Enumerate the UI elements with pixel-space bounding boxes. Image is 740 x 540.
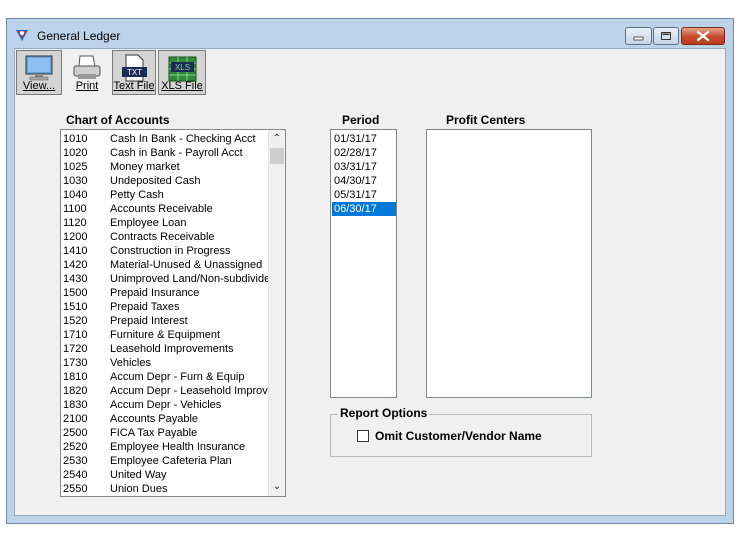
scroll-up-icon[interactable]: ⌃ [269, 131, 285, 147]
chart-of-accounts-heading: Chart of Accounts [66, 113, 170, 127]
period-item[interactable]: 05/31/17 [332, 188, 396, 202]
account-name: Cash in Bank - Payroll Acct [110, 147, 243, 159]
account-number: 2530 [63, 455, 88, 467]
scroll-thumb[interactable] [270, 148, 284, 164]
title-bar[interactable]: General Ledger [7, 19, 733, 49]
profit-centers-heading: Profit Centers [446, 113, 526, 127]
account-name: Unimproved Land/Non-subdividec [110, 273, 270, 285]
omit-customer-vendor-checkbox[interactable] [357, 430, 369, 442]
account-name: Accum Depr - Furn & Equip [110, 371, 245, 383]
account-number: 1100 [63, 203, 87, 215]
account-number: 1020 [63, 147, 88, 159]
printer-icon [73, 55, 101, 79]
client-area: View... Print TXT Text File XLS XLS File… [14, 48, 726, 516]
xls-file-button[interactable]: XLS XLS File [158, 50, 206, 95]
account-number: 1030 [63, 175, 88, 187]
xls-file-icon-text: XLS [175, 63, 190, 72]
account-name: Undeposited Cash [110, 175, 201, 187]
view-button[interactable]: View... [16, 50, 62, 95]
report-options-title: Report Options [338, 406, 430, 420]
close-icon [696, 30, 710, 42]
account-name: Contracts Receivable [110, 231, 215, 243]
text-file-button[interactable]: TXT Text File [112, 50, 156, 95]
window-title: General Ledger [37, 29, 121, 43]
account-name: Construction in Progress [110, 245, 231, 257]
close-button[interactable] [681, 27, 725, 45]
account-name: Accounts Payable [110, 413, 199, 425]
account-name: Vehicles [110, 357, 151, 369]
maximize-button[interactable] [653, 27, 679, 45]
period-item[interactable]: 01/31/17 [332, 132, 396, 146]
omit-customer-vendor-label[interactable]: Omit Customer/Vendor Name [375, 429, 542, 443]
account-number: 1720 [63, 343, 88, 355]
account-number: 1510 [63, 301, 88, 313]
account-number: 1410 [63, 245, 88, 257]
view-button-label: View... [22, 80, 56, 92]
account-number: 1420 [63, 259, 88, 271]
general-ledger-window: General Ledger View... Print TXT Text Fi… [6, 18, 734, 524]
account-number: 1430 [63, 273, 88, 285]
accounts-scrollbar[interactable]: ⌃ ⌄ [268, 130, 285, 496]
account-name: Petty Cash [110, 189, 164, 201]
account-name: Prepaid Taxes [110, 301, 180, 313]
account-number: 1025 [63, 161, 88, 173]
period-heading: Period [342, 113, 380, 127]
account-number: 1520 [63, 315, 88, 327]
account-number: 1820 [63, 385, 88, 397]
account-number: 1010 [63, 133, 88, 145]
account-number: 1120 [63, 217, 87, 229]
report-options-group: Report Options Omit Customer/Vendor Name [330, 406, 592, 457]
monitor-icon [25, 55, 53, 81]
account-name: Employee Loan [110, 217, 187, 229]
account-number: 2520 [63, 441, 88, 453]
text-file-icon-text: TXT [127, 68, 142, 77]
account-name: Prepaid Insurance [110, 287, 200, 299]
period-item[interactable]: 04/30/17 [332, 174, 396, 188]
account-name: Union Dues [110, 483, 168, 495]
account-name: United Way [110, 469, 167, 481]
scroll-down-icon[interactable]: ⌄ [269, 479, 285, 495]
period-list[interactable]: 01/31/17 02/28/17 03/31/17 04/30/17 05/31/17… [330, 129, 397, 398]
account-name: Material-Unused & Unassigned [110, 259, 263, 271]
account-name: Prepaid Interest [110, 315, 188, 327]
text-file-icon: TXT [122, 54, 147, 82]
account-number: 1810 [63, 371, 88, 383]
app-logo-icon [16, 30, 28, 41]
account-name: Accum Depr - Vehicles [110, 399, 222, 411]
period-item[interactable]: 06/30/17 [332, 202, 396, 216]
profit-centers-list[interactable] [426, 129, 592, 398]
account-name: Furniture & Equipment [110, 329, 221, 341]
account-name: Cash In Bank - Checking Acct [110, 133, 256, 145]
period-item[interactable]: 02/28/17 [332, 146, 396, 160]
account-number: 2100 [63, 413, 88, 425]
period-item[interactable]: 03/31/17 [332, 160, 396, 174]
account-name: Money market [110, 161, 180, 173]
xls-file-button-label: XLS File [161, 80, 203, 92]
text-file-button-label: Text File [113, 80, 155, 92]
account-number: 1200 [63, 231, 88, 243]
account-number: 2540 [63, 469, 88, 481]
account-number: 1500 [63, 287, 88, 299]
account-number: 1730 [63, 357, 88, 369]
xls-file-icon: XLS [168, 56, 197, 82]
account-number: 1710 [63, 329, 88, 341]
account-number: 1040 [63, 189, 88, 201]
chart-of-accounts-list[interactable]: 2550 Union Dues 2540 United Way 2530 Employee… [60, 129, 286, 497]
print-button[interactable]: Print [65, 50, 109, 95]
maximize-icon [661, 32, 671, 40]
account-number: 2550 [63, 483, 88, 495]
account-name: Employee Cafeteria Plan [110, 455, 232, 467]
account-number: 2500 [63, 427, 88, 439]
account-name: Accum Depr - Leasehold Improv [110, 385, 268, 397]
account-name: Employee Health Insurance [110, 441, 246, 453]
account-name: Leasehold Improvements [110, 343, 234, 355]
minimize-button[interactable] [625, 27, 652, 45]
minimize-icon [633, 36, 644, 41]
account-name: Accounts Receivable [110, 203, 213, 215]
print-button-label: Print [75, 80, 99, 92]
account-number: 1830 [63, 399, 88, 411]
account-name: FICA Tax Payable [110, 427, 198, 439]
